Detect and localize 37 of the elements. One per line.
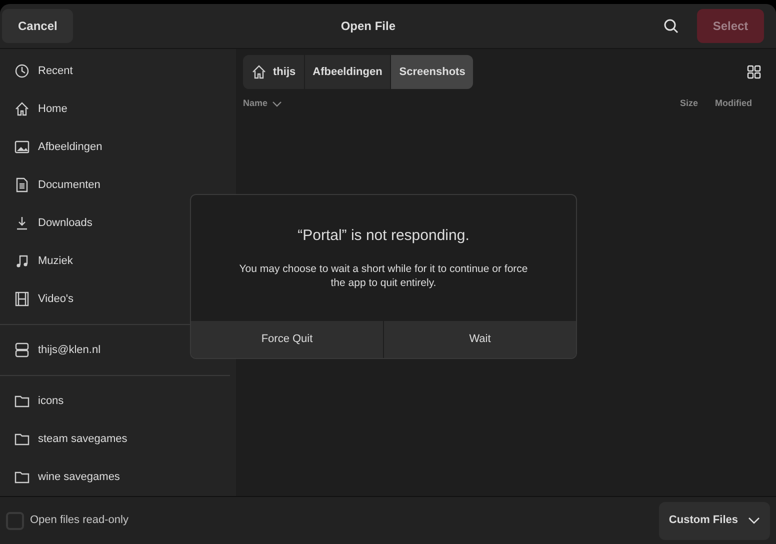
read-only-checkbox[interactable] <box>6 512 24 530</box>
breadcrumb-button[interactable]: Screenshots <box>390 55 474 89</box>
dialog-title: “Portal” is not responding. <box>298 226 470 246</box>
document-icon <box>14 177 30 193</box>
image-icon <box>14 139 30 155</box>
window-title: Open File <box>340 18 396 35</box>
film-icon <box>14 291 30 307</box>
file-filter-dropdown[interactable]: Custom Files <box>658 502 770 540</box>
sidebar-item[interactable]: Documenten <box>0 166 236 204</box>
home-icon <box>251 64 267 80</box>
size-column-header[interactable]: Size <box>669 97 709 111</box>
server-icon <box>14 342 30 358</box>
cancel-button[interactable]: Cancel <box>2 9 74 43</box>
sidebar-item[interactable]: icons <box>0 382 236 420</box>
sidebar-item[interactable]: wine savegames <box>0 458 236 496</box>
read-only-label[interactable]: Open files read-only <box>30 512 128 529</box>
sidebar-item[interactable]: Home <box>0 90 236 128</box>
sidebar-item[interactable]: Downloads <box>0 204 236 242</box>
sidebar-item[interactable]: Recent <box>0 52 236 90</box>
grid-view-icon[interactable] <box>747 65 761 79</box>
name-column-header[interactable]: Name <box>243 97 282 111</box>
music-note-icon <box>14 253 30 269</box>
chevron-down-icon <box>748 517 760 524</box>
folder-icon <box>14 431 30 447</box>
folder-icon <box>14 393 30 409</box>
sidebar-item[interactable]: Video's <box>0 280 236 318</box>
sidebar-item[interactable]: Muziek <box>0 242 236 280</box>
modified-column-header[interactable]: Modified <box>709 97 769 111</box>
search-icon[interactable] <box>663 18 679 34</box>
sort-caret-icon <box>272 101 282 107</box>
home-icon <box>14 101 30 117</box>
download-icon <box>14 215 30 231</box>
sidebar-item[interactable]: steam savegames <box>0 420 236 458</box>
clock-icon <box>14 63 30 79</box>
dialog-message: You may choose to wait a short while for it to continue or force the app to quit entirely. <box>238 262 529 290</box>
sidebar-item[interactable]: Afbeeldingen <box>0 128 236 166</box>
folder-icon <box>14 469 30 485</box>
